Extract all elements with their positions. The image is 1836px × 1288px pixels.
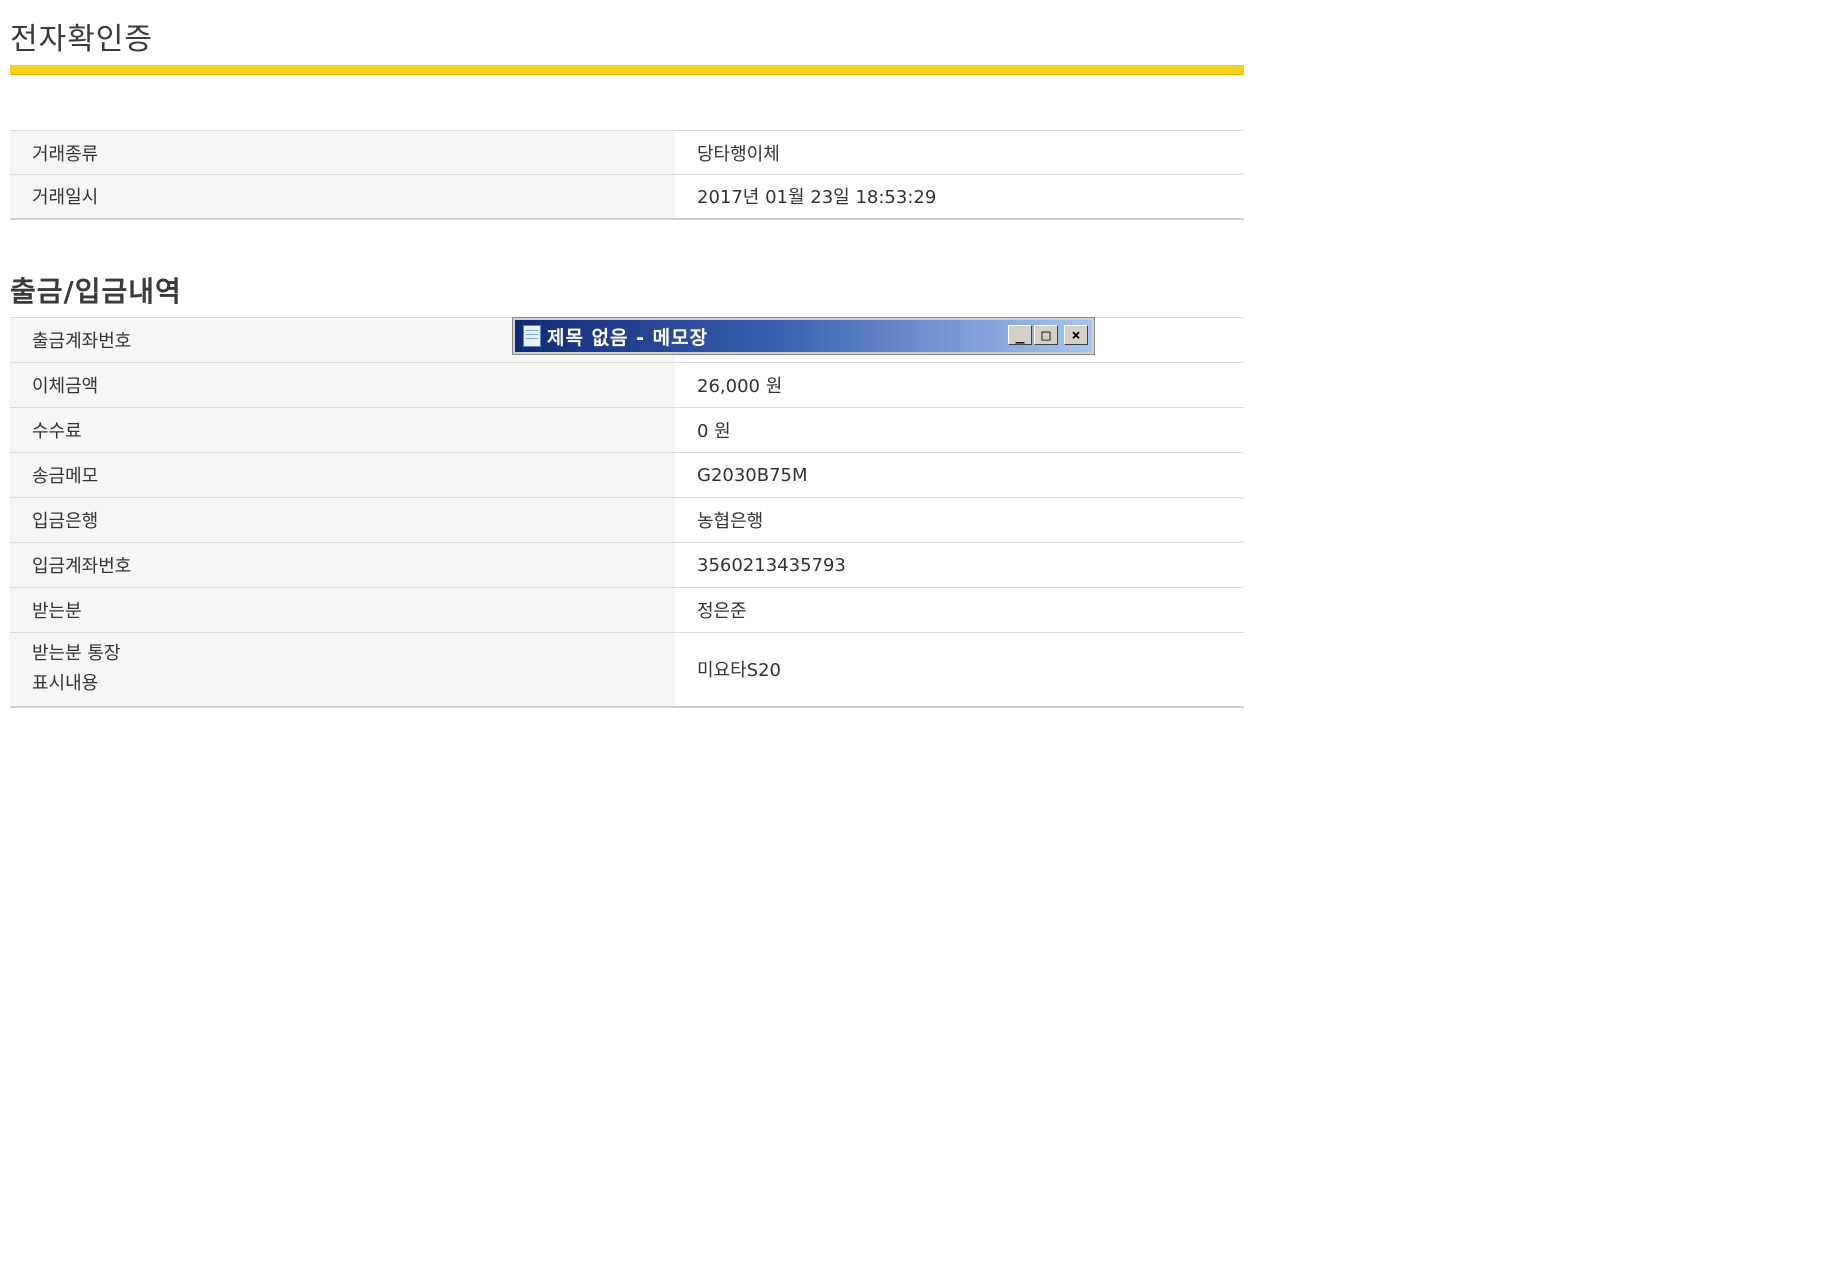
- row-label: 입금은행: [10, 497, 675, 543]
- table-row: 이체금액 26,000 원: [10, 362, 1244, 408]
- table-row: 받는분 통장 표시내용 미요타S20: [10, 632, 1244, 708]
- notepad-icon[interactable]: [523, 325, 541, 347]
- table-row: 거래일시 2017년 01월 23일 18:53:29: [10, 174, 1244, 220]
- row-value: 농협은행: [675, 497, 1244, 543]
- close-button[interactable]: ×: [1064, 325, 1088, 345]
- title-accent-bar: [10, 65, 1244, 75]
- row-value: 2017년 01월 23일 18:53:29: [675, 174, 1244, 220]
- notepad-titlebar[interactable]: 제목 없음 - 메모장 _ □ ×: [515, 320, 1092, 352]
- row-label: 받는분 통장 표시내용: [10, 632, 675, 708]
- row-value: 정은준: [675, 587, 1244, 633]
- page: 전자확인증 거래종류 당타행이체 거래일시 2017년 01월 23일 18:5…: [0, 0, 1836, 1288]
- row-label: 받는분: [10, 587, 675, 633]
- table-row: 송금메모 G2030B75M: [10, 452, 1244, 498]
- table-row: 입금은행 농협은행: [10, 497, 1244, 543]
- table-row: 수수료 0 원: [10, 407, 1244, 453]
- row-value: 26,000 원: [675, 362, 1244, 408]
- row-value: 미요타S20: [675, 632, 1244, 708]
- row-value: 당타행이체: [675, 130, 1244, 175]
- row-label: 이체금액: [10, 362, 675, 408]
- minimize-button[interactable]: _: [1008, 325, 1032, 345]
- row-label: 거래종류: [10, 130, 675, 175]
- row-label: 송금메모: [10, 452, 675, 498]
- details-table: 출금계좌번호 이체금액 26,000 원 수수료 0 원 송금메모 G2030B…: [10, 317, 1244, 708]
- row-label: 거래일시: [10, 174, 675, 220]
- section-title: 출금/입금내역: [10, 275, 182, 308]
- page-title: 전자확인증: [10, 22, 153, 57]
- row-value: G2030B75M: [675, 452, 1244, 498]
- window-controls: _ □ ×: [1008, 325, 1088, 345]
- row-value: 3560213435793: [675, 542, 1244, 588]
- transaction-table: 거래종류 당타행이체 거래일시 2017년 01월 23일 18:53:29: [10, 130, 1244, 220]
- table-row: 거래종류 당타행이체: [10, 130, 1244, 175]
- maximize-button[interactable]: □: [1034, 325, 1058, 345]
- notepad-window[interactable]: 제목 없음 - 메모장 _ □ ×: [512, 317, 1095, 355]
- notepad-title: 제목 없음 - 메모장: [547, 326, 709, 349]
- table-row: 받는분 정은준: [10, 587, 1244, 633]
- row-value: 0 원: [675, 407, 1244, 453]
- row-label: 수수료: [10, 407, 675, 453]
- table-row: 입금계좌번호 3560213435793: [10, 542, 1244, 588]
- row-label: 입금계좌번호: [10, 542, 675, 588]
- row-label-line2: 표시내용: [32, 673, 99, 695]
- row-label-line1: 받는분 통장: [32, 643, 121, 665]
